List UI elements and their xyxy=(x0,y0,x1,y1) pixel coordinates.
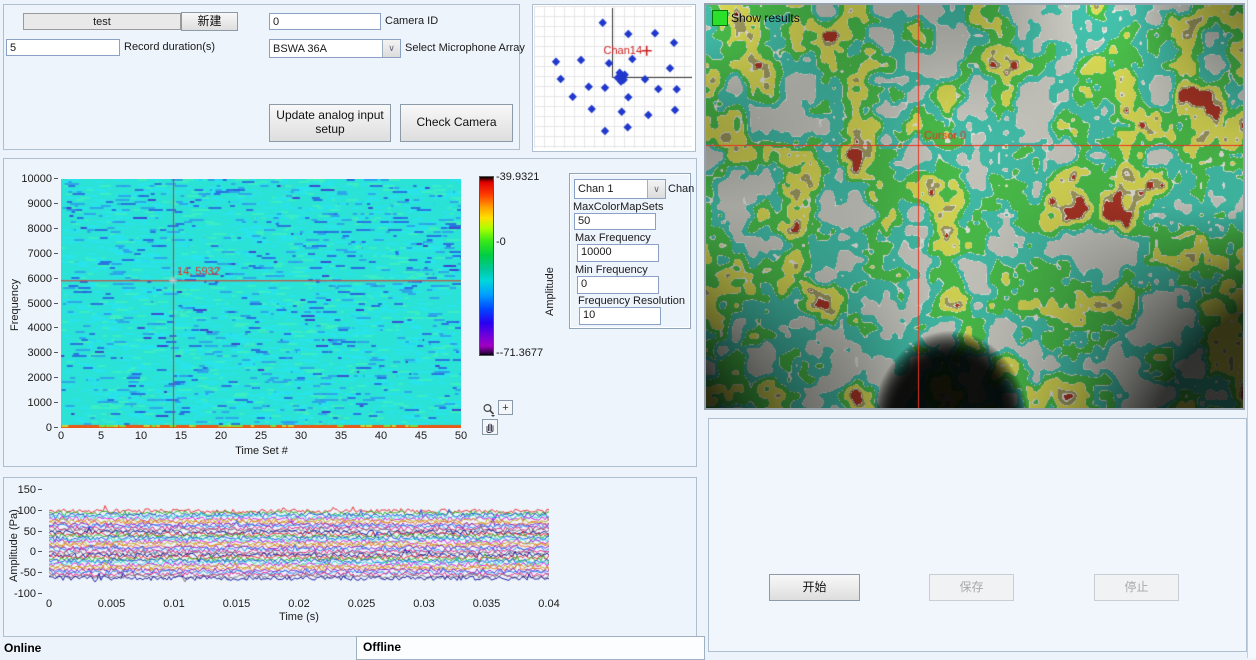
cursor-tool-icon[interactable]: + xyxy=(498,400,513,415)
project-name-field[interactable]: test xyxy=(23,13,181,30)
tick-label: 9000 xyxy=(18,198,58,210)
tab-online[interactable]: Online xyxy=(4,641,41,655)
tick-label: 50 xyxy=(8,526,42,538)
pan-hand-tool-icon[interactable] xyxy=(482,419,498,435)
update-analog-input-button[interactable]: Update analog input setup xyxy=(269,104,391,142)
mic-array-scatter-plot[interactable] xyxy=(534,6,692,148)
zoom-tool-icon[interactable] xyxy=(481,402,497,418)
min-frequency-label: Min Frequency xyxy=(575,264,648,276)
tick-label: 0.015 xyxy=(215,598,259,610)
tick-label: 4000 xyxy=(18,322,58,334)
tick-label: 7000 xyxy=(18,248,58,260)
tick-label: 8000 xyxy=(18,223,58,235)
acoustic-camera-view[interactable]: Show results xyxy=(704,3,1245,410)
tick-label: 2000 xyxy=(18,372,58,384)
tick-label: 0.03 xyxy=(402,598,446,610)
camera-id-label: Camera ID xyxy=(385,15,438,27)
tick-label: 35 xyxy=(319,430,363,442)
amplitude-colorbar xyxy=(479,176,494,356)
tick-label: 0 xyxy=(39,430,83,442)
tick-label: 0 xyxy=(27,598,71,610)
chevron-down-icon[interactable]: ∨ xyxy=(382,40,400,57)
colorbar-min-value: --71.3677 xyxy=(496,347,543,359)
colorbar-label: Amplitude xyxy=(544,267,556,316)
tick-label: 150 xyxy=(8,484,42,496)
tick-label: 100 xyxy=(8,505,42,517)
tick-label: 0 xyxy=(8,546,42,558)
colorbar-max-value: -39.9321 xyxy=(496,171,539,183)
tick-label: 0.005 xyxy=(90,598,134,610)
project-name-value: test xyxy=(93,16,111,28)
channel-label: Chan xyxy=(668,183,694,195)
tick-label: 6000 xyxy=(18,273,58,285)
microphone-array-select[interactable]: BSWA 36A ∨ xyxy=(269,39,401,58)
camera-id-field[interactable]: 0 xyxy=(269,13,381,30)
spectrogram-plot[interactable] xyxy=(61,179,461,428)
tab-offline-label: Offline xyxy=(363,640,401,654)
tick-label: 40 xyxy=(359,430,403,442)
maxcolormapsets-label: MaxColorMapSets xyxy=(573,201,663,213)
application-window: test 新建 5 Record duration(s) 0 Camera ID… xyxy=(0,0,1256,658)
save-button[interactable]: 保存 xyxy=(929,574,1014,601)
tick-label: 20 xyxy=(199,430,243,442)
record-duration-label: Record duration(s) xyxy=(124,41,215,53)
channel-value: Chan 1 xyxy=(575,183,647,195)
acoustic-heatmap-image[interactable] xyxy=(706,5,1243,408)
tick-label: 45 xyxy=(399,430,443,442)
tick-label: -50 xyxy=(8,567,42,579)
tick-label: 0.01 xyxy=(152,598,196,610)
microphone-array-value: BSWA 36A xyxy=(270,43,382,55)
show-results-label: Show results xyxy=(731,11,800,25)
tick-label: 5 xyxy=(79,430,123,442)
record-duration-field[interactable]: 5 xyxy=(6,39,120,56)
tick-label: 30 xyxy=(279,430,323,442)
analysis-controls-frame: Chan 1 ∨ Chan MaxColorMapSets 50 Max Fre… xyxy=(569,173,691,329)
start-button[interactable]: 开始 xyxy=(769,574,860,601)
config-panel: test 新建 5 Record duration(s) 0 Camera ID… xyxy=(3,4,520,150)
waveform-xlabel: Time (s) xyxy=(254,611,344,623)
tick-label: 0.035 xyxy=(465,598,509,610)
tick-label: 50 xyxy=(439,430,483,442)
microphone-array-label: Select Microphone Array xyxy=(405,42,525,54)
waveform-plot[interactable] xyxy=(49,490,549,596)
tick-label: 25 xyxy=(239,430,283,442)
min-frequency-field[interactable]: 0 xyxy=(577,276,659,294)
frequency-resolution-field[interactable]: 10 xyxy=(579,307,661,325)
spectrogram-panel: Frequency 100009000800070006000500040003… xyxy=(3,158,697,467)
check-camera-button[interactable]: Check Camera xyxy=(400,104,513,142)
tick-label: 3000 xyxy=(18,347,58,359)
tick-label: 5000 xyxy=(18,298,58,310)
waveform-panel: Amplitude (Pa) 150100500-50-100 00.0050.… xyxy=(3,477,697,637)
window-edge-strip xyxy=(1247,0,1256,658)
run-control-panel: 开始 保存 停止 xyxy=(708,418,1247,652)
chevron-down-icon[interactable]: ∨ xyxy=(647,180,665,198)
max-frequency-label: Max Frequency xyxy=(575,232,651,244)
new-project-button[interactable]: 新建 xyxy=(181,12,238,31)
tick-label: 0.025 xyxy=(340,598,384,610)
spectrogram-xlabel: Time Set # xyxy=(204,445,319,457)
max-frequency-field[interactable]: 10000 xyxy=(577,244,659,262)
tick-label: 0.04 xyxy=(527,598,571,610)
tab-offline[interactable]: Offline xyxy=(356,636,705,660)
stop-button[interactable]: 停止 xyxy=(1094,574,1179,601)
tick-label: 10000 xyxy=(18,173,58,185)
tick-label: 15 xyxy=(159,430,203,442)
maxcolormapsets-field[interactable]: 50 xyxy=(574,213,656,230)
mic-array-plot-panel xyxy=(532,4,696,152)
frequency-resolution-label: Frequency Resolution xyxy=(578,295,685,307)
tick-label: 1000 xyxy=(18,397,58,409)
colorbar-mid-value: -0 xyxy=(496,236,506,248)
channel-select[interactable]: Chan 1 ∨ xyxy=(574,179,666,199)
show-results-led[interactable] xyxy=(712,10,728,26)
tick-label: 10 xyxy=(119,430,163,442)
tick-label: 0.02 xyxy=(277,598,321,610)
